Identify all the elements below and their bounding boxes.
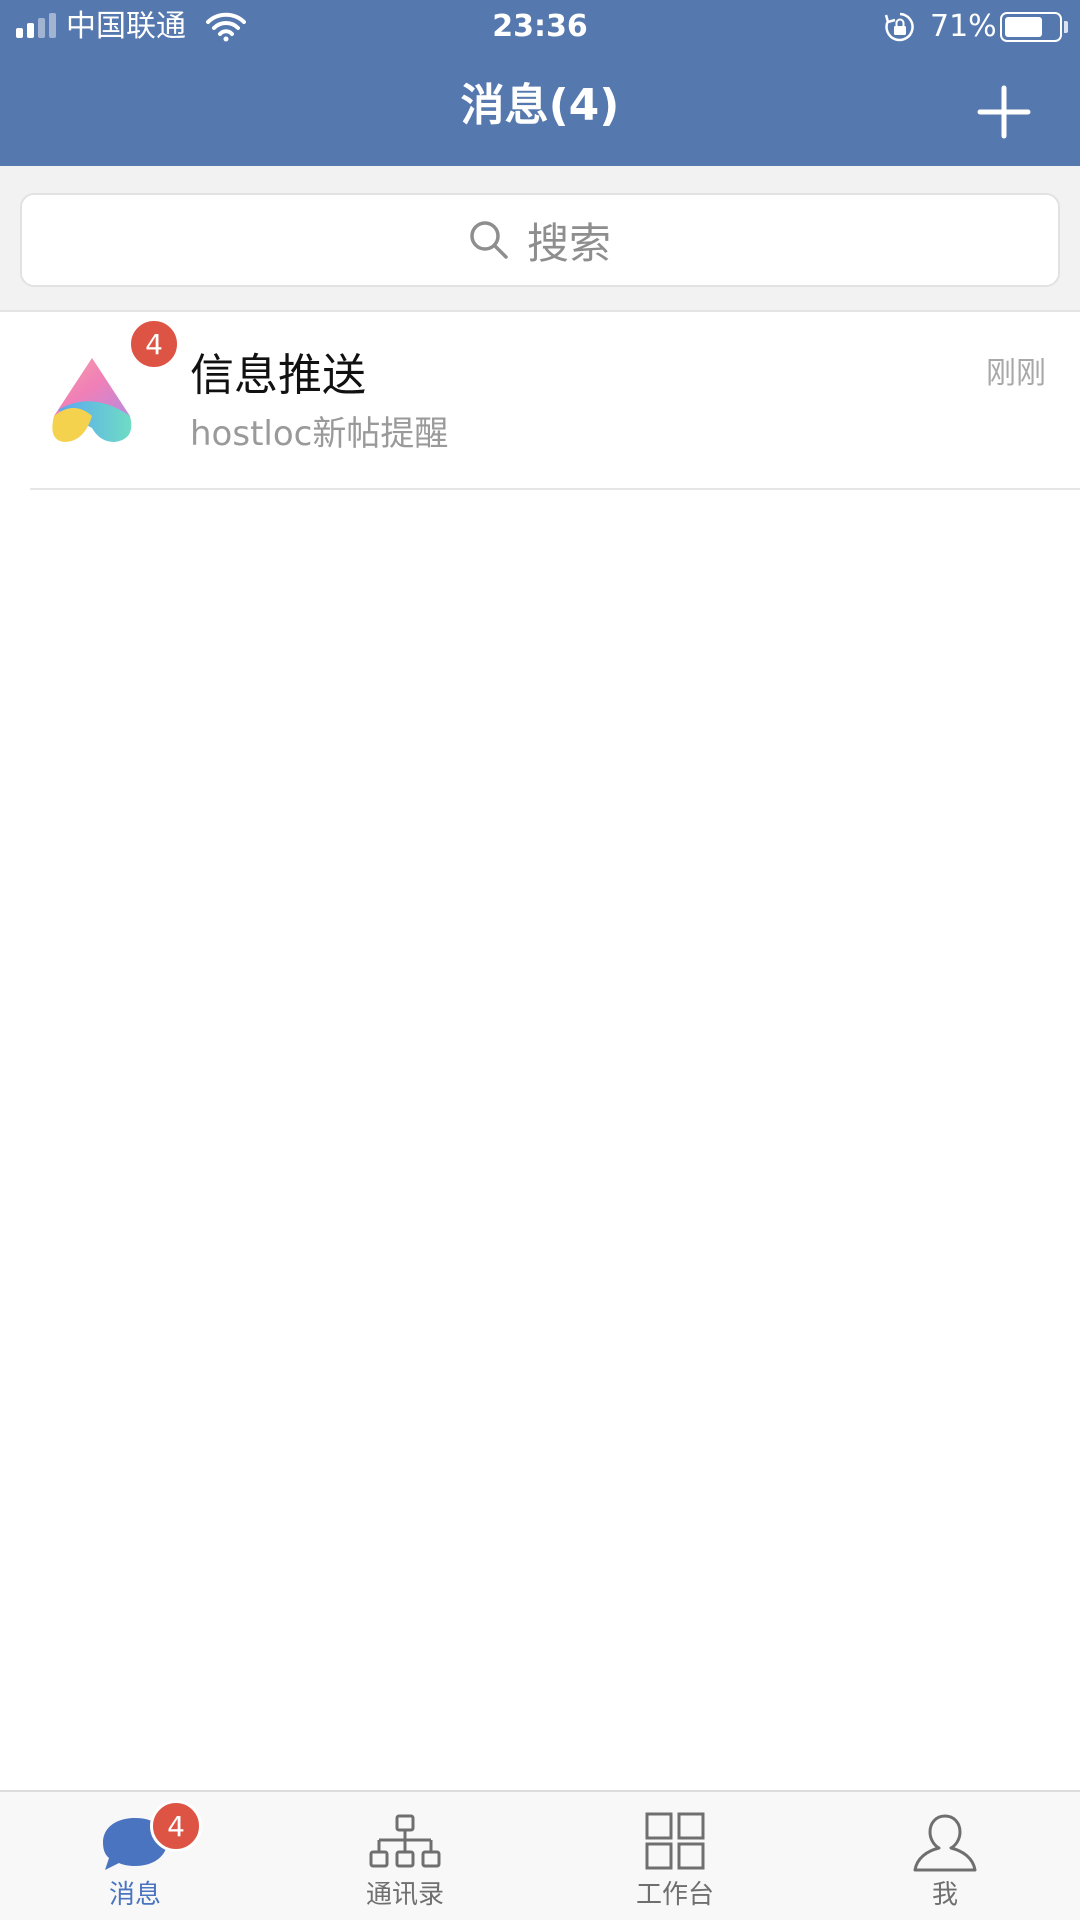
battery-fill [1005, 17, 1042, 37]
divider [30, 488, 1080, 490]
battery-icon [1000, 12, 1062, 42]
tab-bar: 4 消息 通讯录 工作台 我 [0, 1790, 1080, 1920]
rotation-lock-icon [884, 12, 914, 42]
status-bar: 中国联通 23:36 71% [0, 0, 1080, 54]
search-input[interactable]: 搜索 [20, 193, 1060, 287]
tab-messages[interactable]: 4 消息 [0, 1792, 270, 1920]
tab-me[interactable]: 我 [810, 1792, 1080, 1920]
message-title: 信息推送 [190, 350, 366, 401]
tab-label: 通讯录 [365, 1880, 444, 1910]
plus-icon[interactable] [974, 82, 1034, 142]
grid-icon [645, 1812, 705, 1870]
message-time: 刚刚 [986, 356, 1046, 391]
tab-label: 消息 [108, 1880, 161, 1910]
battery-percent: 71% [930, 9, 997, 44]
app-header: 中国联通 23:36 71% 消息(4) [0, 0, 1080, 166]
org-chart-icon [369, 1814, 441, 1868]
search-area: 搜索 [0, 166, 1080, 312]
unread-badge: 4 [128, 318, 180, 370]
app-logo-icon [52, 358, 132, 442]
tab-label: 我 [931, 1880, 958, 1910]
message-preview: hostloc新帖提醒 [190, 414, 449, 454]
tab-unread-badge: 4 [150, 1800, 202, 1852]
tab-label: 工作台 [635, 1880, 714, 1910]
search-icon [470, 221, 508, 259]
status-time: 23:36 [492, 9, 588, 44]
search-placeholder: 搜索 [526, 218, 611, 268]
battery-tip [1064, 21, 1068, 33]
tab-workspace[interactable]: 工作台 [540, 1792, 810, 1920]
page-title: 消息(4) [460, 80, 620, 131]
person-icon [913, 1814, 977, 1872]
tab-contacts[interactable]: 通讯录 [270, 1792, 540, 1920]
